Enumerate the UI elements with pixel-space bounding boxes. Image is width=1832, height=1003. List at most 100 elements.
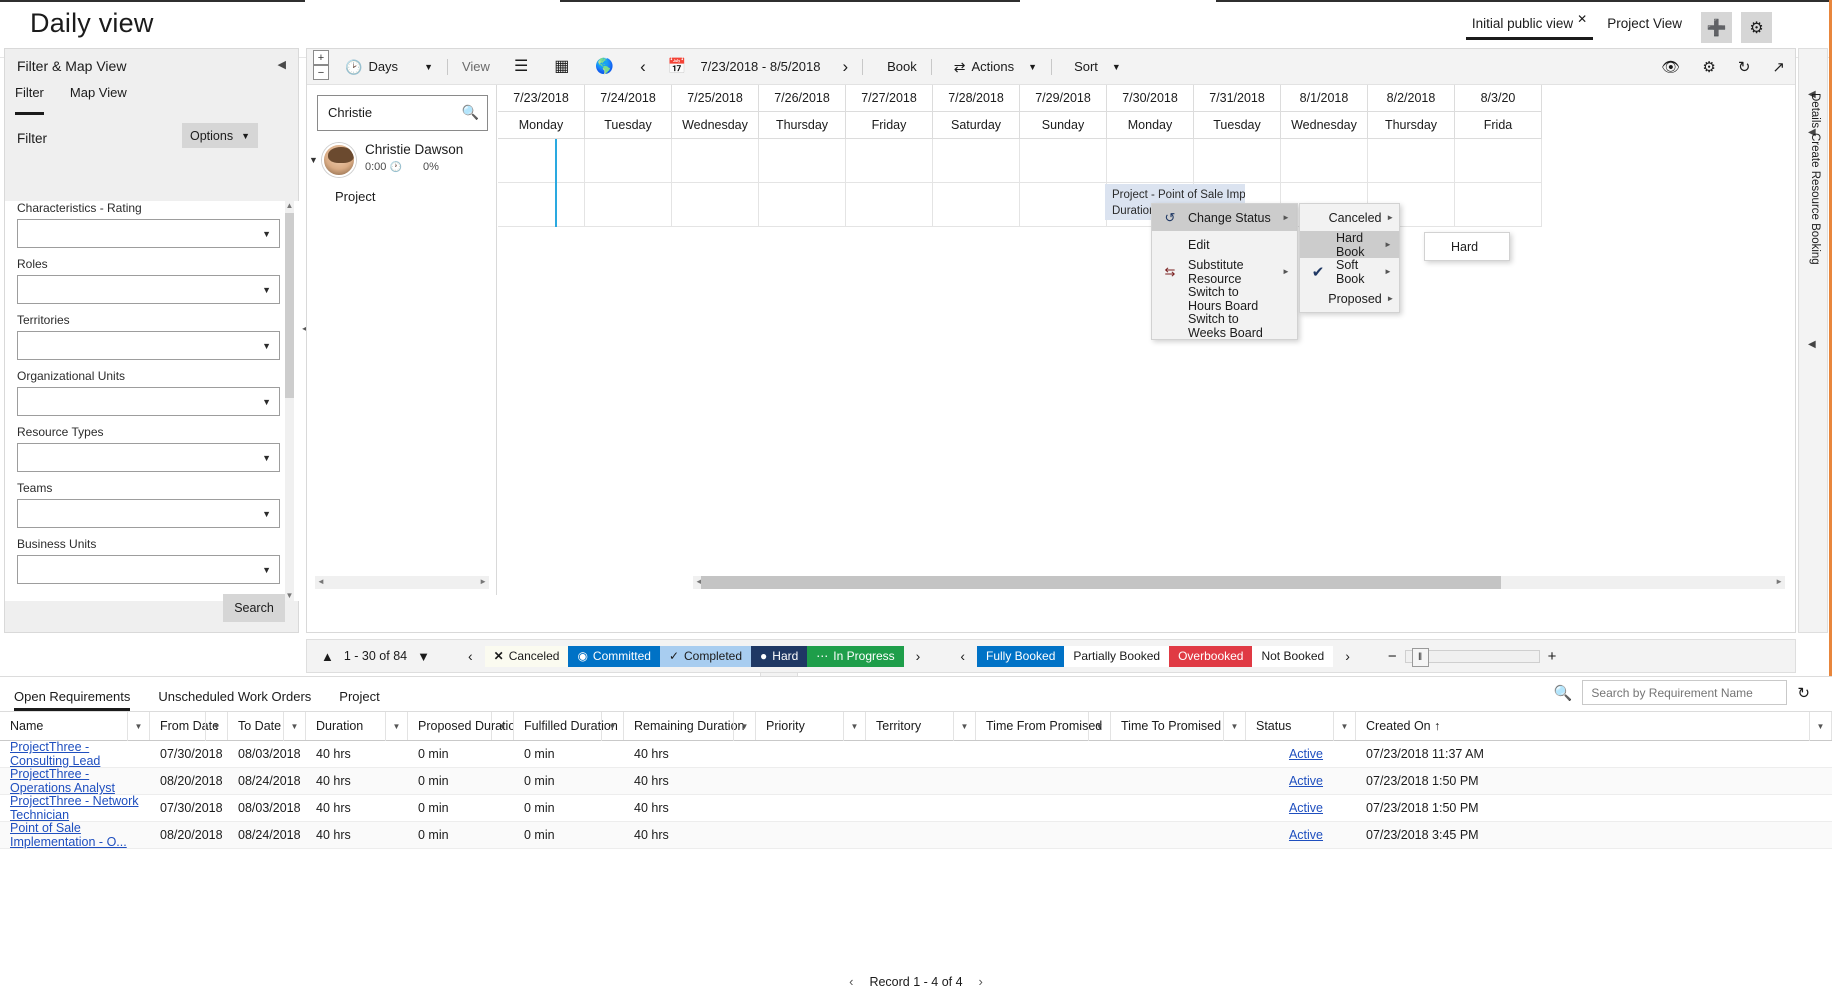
timeline-cell[interactable] — [585, 139, 672, 183]
characteristics-rating-input[interactable]: ▼ — [17, 219, 280, 248]
table-row[interactable]: Point of Sale Implementation - O... 08/2… — [0, 821, 1832, 849]
column-header-remaining-duration[interactable]: Remaining Duration ▼ — [624, 712, 756, 741]
search-icon[interactable]: 🔍 — [1554, 684, 1573, 702]
submenu-item-hard-book[interactable]: Hard Book ► — [1300, 231, 1399, 259]
gear-icon[interactable]: ⚙ — [1702, 58, 1715, 76]
expand-all-button[interactable]: + — [313, 50, 329, 65]
filter-icon[interactable]: ▼ — [205, 712, 227, 741]
column-header-proposed-duration[interactable]: Proposed Duration ▼ — [408, 712, 514, 740]
column-header-to-date[interactable]: To Date ▼ — [228, 712, 306, 741]
legend-next-icon[interactable]: › — [916, 648, 921, 664]
scroll-up-icon[interactable]: ▲ — [285, 201, 294, 211]
timeline-cell[interactable] — [1020, 139, 1107, 183]
requirement-link[interactable]: ProjectThree - Operations Analyst — [10, 767, 150, 795]
requirement-link[interactable]: ProjectThree - Consulting Lead — [10, 740, 150, 768]
filter-icon[interactable]: ▼ — [127, 712, 149, 741]
page-down-icon[interactable]: ▼ — [417, 649, 430, 664]
filter-icon[interactable]: ▼ — [843, 712, 865, 741]
scroll-right-icon[interactable]: ► — [479, 577, 487, 586]
legend-chip-completed[interactable]: ✓ Completed — [659, 645, 752, 667]
filter-icon[interactable]: ▼ — [1333, 712, 1355, 741]
filter-icon[interactable]: ▼ — [733, 712, 755, 741]
column-header-status[interactable]: Status ▼ — [1246, 712, 1356, 741]
timeline-cell[interactable] — [933, 139, 1020, 183]
filter-icon[interactable]: ▼ — [283, 712, 305, 741]
menu-item-change-status[interactable]: ↺ Change Status ► — [1152, 204, 1297, 231]
view-mode-list-button[interactable]: ☰ — [510, 58, 532, 75]
refresh-icon[interactable]: ↻ — [1738, 58, 1751, 76]
requirement-link[interactable]: Point of Sale Implementation - O... — [10, 821, 150, 849]
legend-prev-icon[interactable]: ‹ — [468, 648, 473, 664]
refresh-icon[interactable]: ↻ — [1797, 684, 1810, 702]
status-link[interactable]: Active — [1289, 747, 1323, 761]
settings-button[interactable]: ⚙ — [1741, 12, 1772, 43]
zoom-slider[interactable]: ‖ — [1404, 647, 1540, 667]
next-period-button[interactable]: › — [838, 57, 852, 77]
timeline-cell[interactable] — [585, 183, 672, 227]
add-view-button[interactable]: ➕ — [1701, 12, 1732, 43]
scroll-left-icon[interactable]: ◄ — [317, 577, 325, 586]
timeline-cell[interactable] — [672, 139, 759, 183]
legend-chip-canceled[interactable]: ✕ Canceled — [484, 645, 569, 667]
column-header-duration[interactable]: Duration ▼ — [306, 712, 408, 741]
prev-period-button[interactable]: ‹ — [636, 57, 650, 77]
status-link[interactable]: Active — [1289, 828, 1323, 842]
table-row[interactable]: ProjectThree - Network Technician 07/30/… — [0, 794, 1832, 822]
column-header-time-to-promised[interactable]: Time To Promised ▼ — [1111, 712, 1246, 741]
status-link[interactable]: Active — [1289, 774, 1323, 788]
filter-icon[interactable]: ▼ — [1223, 712, 1245, 741]
filter-icon[interactable]: ▼ — [1809, 712, 1831, 741]
expander-icon[interactable]: ▼ — [309, 155, 318, 165]
date-picker-button[interactable]: 📅 — [664, 59, 691, 74]
legend-chip-fully-booked[interactable]: Fully Booked — [977, 645, 1065, 667]
teams-input[interactable]: ▼ — [17, 499, 280, 528]
filter-icon[interactable]: ▼ — [1088, 712, 1110, 741]
legend-chip-in-progress[interactable]: ⋯ In Progress — [807, 645, 904, 667]
resource-types-input[interactable]: ▼ — [17, 443, 280, 472]
sort-menu-button[interactable]: Sort ▼ — [1070, 59, 1125, 74]
resource-column-hscrollbar[interactable]: ◄ ► — [315, 576, 489, 589]
menu-item-switch-to-weeks-board[interactable]: Switch to Weeks Board — [1152, 312, 1297, 340]
zoom-in-icon[interactable]: + — [1548, 648, 1557, 665]
collapse-all-button[interactable]: − — [313, 65, 329, 80]
column-header-name[interactable]: Name ▼ — [0, 712, 150, 741]
scroll-right-icon[interactable]: ► — [1775, 577, 1783, 586]
view-tab-initial-public-view[interactable]: Initial public view ✕ — [1462, 12, 1597, 40]
status-link[interactable]: Active — [1289, 801, 1323, 815]
timeline-cell[interactable] — [1281, 139, 1368, 183]
menu-item-switch-to-hours-board[interactable]: Switch to Hours Board — [1152, 285, 1297, 313]
filter-icon[interactable]: ▼ — [953, 712, 975, 741]
scrollbar-thumb[interactable] — [701, 576, 1501, 589]
eye-icon[interactable]: 👁 — [1661, 58, 1680, 76]
territories-input[interactable]: ▼ — [17, 331, 280, 360]
timeline-cell[interactable] — [1020, 183, 1107, 227]
filter-icon[interactable]: ▼ — [491, 712, 513, 740]
zoom-out-icon[interactable]: − — [1388, 648, 1397, 665]
timeline-cell[interactable] — [846, 139, 933, 183]
timeline-hscrollbar[interactable]: ◄ ► — [693, 576, 1785, 589]
timeline-cell[interactable] — [846, 183, 933, 227]
rail-collapse-icon[interactable]: ◀ — [1808, 339, 1816, 350]
timeline-cell[interactable] — [759, 139, 846, 183]
menu-item-edit[interactable]: Edit — [1152, 231, 1297, 258]
timeline-cell[interactable] — [1455, 139, 1542, 183]
menu-item-substitute-resource[interactable]: ⇆ Substitute Resource ► — [1152, 258, 1297, 286]
table-row[interactable]: ProjectThree - Operations Analyst 08/20/… — [0, 767, 1832, 795]
column-header-fulfilled-duration[interactable]: Fulfilled Duration ▼ — [514, 712, 624, 741]
tab-project[interactable]: Project — [339, 689, 379, 711]
organizational-units-input[interactable]: ▼ — [17, 387, 280, 416]
timeline-cell[interactable] — [759, 183, 846, 227]
column-header-time-from-promised[interactable]: Time From Promised ▼ — [976, 712, 1111, 741]
search-icon[interactable]: 🔍 — [462, 104, 479, 121]
view-mode-map-button[interactable]: 🌎 — [591, 59, 618, 74]
submenu-item-canceled[interactable]: Canceled ► — [1300, 204, 1399, 231]
close-icon[interactable]: ✕ — [1577, 12, 1587, 26]
timeline-cell[interactable] — [498, 139, 585, 183]
expand-icon[interactable]: ↗ — [1772, 58, 1785, 76]
view-tab-project-view[interactable]: Project View — [1597, 12, 1692, 40]
prev-record-icon[interactable]: ‹ — [849, 974, 853, 989]
timeline-cell[interactable] — [1455, 183, 1542, 227]
zoom-slider-handle[interactable]: ‖ — [1411, 647, 1429, 667]
requirement-link[interactable]: ProjectThree - Network Technician — [10, 794, 150, 822]
column-header-territory[interactable]: Territory ▼ — [866, 712, 976, 741]
